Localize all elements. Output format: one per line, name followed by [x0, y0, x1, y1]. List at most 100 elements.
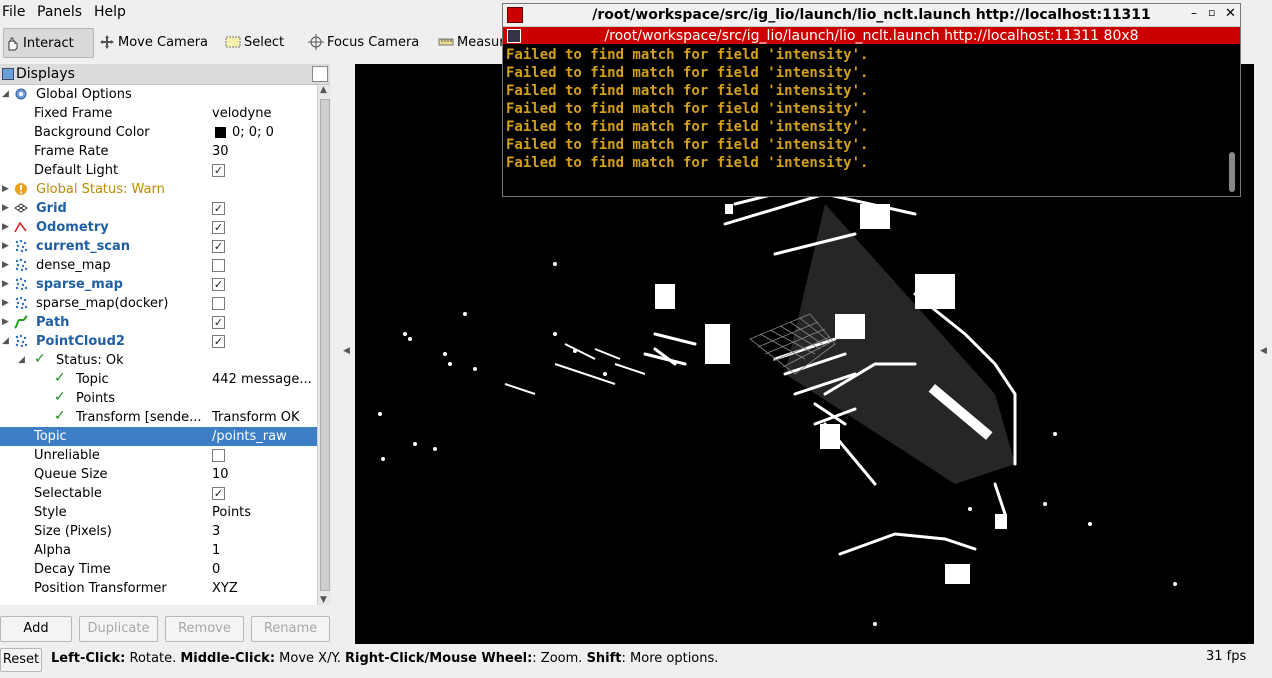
tree-row-size-pixels[interactable]: Size (Pixels) 3	[0, 522, 317, 541]
expand-arrow-icon[interactable]: ▶	[2, 279, 9, 289]
duplicate-button[interactable]: Duplicate	[79, 616, 158, 642]
collapse-arrow-icon[interactable]: ◢	[18, 355, 25, 365]
tree-label: Unreliable	[34, 448, 100, 463]
menu-file[interactable]: File	[2, 4, 25, 20]
tree-row-decay-time[interactable]: Decay Time 0	[0, 560, 317, 579]
tree-value[interactable]: velodyne	[212, 106, 316, 121]
tree-row-position-transformer[interactable]: Position Transformer XYZ	[0, 579, 317, 598]
tree-row-alpha[interactable]: Alpha 1	[0, 541, 317, 560]
tree-row-sparse-map[interactable]: ▶ sparse_map ✓	[0, 275, 317, 294]
expand-arrow-icon[interactable]: ▶	[2, 260, 9, 270]
tree-row-global-status[interactable]: ▶ Global Status: Warn	[0, 180, 317, 199]
terminal-scrollbar[interactable]	[1226, 44, 1238, 194]
tree-row-current-scan[interactable]: ▶ current_scan ✓	[0, 237, 317, 256]
pointcloud-icon	[15, 296, 28, 310]
tree-row-global-options[interactable]: ◢ Global Options	[0, 85, 317, 104]
tree-value[interactable]: 3	[212, 524, 316, 539]
tree-row-frame-rate[interactable]: Frame Rate 30	[0, 142, 317, 161]
tree-row-grid[interactable]: ▶ Grid ✓	[0, 199, 317, 218]
expand-arrow-icon[interactable]: ▶	[2, 184, 9, 194]
status-bar: Reset Left-Click: Rotate. Middle-Click: …	[0, 648, 1272, 678]
checkbox[interactable]: ✓	[212, 221, 225, 234]
tree-label: Default Light	[34, 163, 119, 178]
checkbox[interactable]: ✓	[212, 335, 225, 348]
select-tool-button[interactable]: Select	[225, 28, 284, 56]
scroll-up-icon[interactable]: ▲	[320, 85, 327, 95]
tree-row-status-topic[interactable]: ✓ Topic 442 message...	[0, 370, 317, 389]
terminal-line: Failed to find match for field 'intensit…	[506, 137, 869, 153]
tree-label: Points	[76, 391, 116, 406]
tree-row-default-light[interactable]: Default Light ✓	[0, 161, 317, 180]
tree-row-selectable[interactable]: Selectable ✓	[0, 484, 317, 503]
check-icon: ✓	[54, 408, 66, 424]
displays-scrollbar[interactable]: ▲ ▼	[317, 85, 331, 605]
tree-row-topic-selected[interactable]: Topic /points_raw	[0, 427, 317, 446]
tree-row-style[interactable]: Style Points	[0, 503, 317, 522]
tree-row-fixed-frame[interactable]: Fixed Frame velodyne	[0, 104, 317, 123]
tree-value[interactable]: /points_raw	[212, 429, 316, 444]
tree-value[interactable]: 30	[212, 144, 316, 159]
maximize-icon[interactable]: ▫	[1208, 6, 1215, 19]
close-icon[interactable]: ✕	[1225, 6, 1236, 21]
checkbox[interactable]: ✓	[212, 164, 225, 177]
collapse-left-icon[interactable]: ◀	[343, 346, 350, 356]
tree-row-pointcloud2[interactable]: ◢ PointCloud2 ✓	[0, 332, 317, 351]
tree-value[interactable]: 0; 0; 0	[232, 125, 317, 140]
checkbox[interactable]: ✓	[212, 316, 225, 329]
checkbox[interactable]	[212, 297, 225, 310]
terminal-titlebar[interactable]: /root/workspace/src/ig_lio/launch/lio_nc…	[503, 4, 1240, 27]
add-button[interactable]: Add	[0, 616, 72, 642]
left-dock-handle[interactable]: ◀	[340, 64, 354, 644]
expand-arrow-icon[interactable]: ▶	[2, 222, 9, 232]
reset-button[interactable]: Reset	[0, 648, 42, 672]
minimize-icon[interactable]: –	[1191, 6, 1197, 20]
move-camera-label: Move Camera	[118, 34, 209, 50]
hint-text: : Zoom.	[532, 651, 587, 666]
scrollbar-thumb[interactable]	[320, 99, 330, 591]
tree-row-sparse-map-docker[interactable]: ▶ sparse_map(docker)	[0, 294, 317, 313]
expand-arrow-icon[interactable]: ▶	[2, 317, 9, 327]
menu-help[interactable]: Help	[94, 4, 126, 20]
tree-value[interactable]: XYZ	[212, 581, 316, 596]
tree-value[interactable]: Points	[212, 505, 316, 520]
menu-panels[interactable]: Panels	[37, 4, 82, 20]
displays-panel-title: Displays	[16, 66, 75, 82]
expand-arrow-icon[interactable]: ▶	[2, 298, 9, 308]
focus-camera-tool-button[interactable]: Focus Camera	[308, 28, 419, 56]
expand-arrow-icon[interactable]: ▶	[2, 241, 9, 251]
collapse-arrow-icon[interactable]: ◢	[2, 89, 9, 99]
terminal-scrollbar-thumb[interactable]	[1229, 152, 1235, 192]
checkbox[interactable]: ✓	[212, 202, 225, 215]
tree-value[interactable]: 0	[212, 562, 316, 577]
collapse-right-icon[interactable]: ◀	[1260, 346, 1267, 356]
expand-arrow-icon[interactable]: ▶	[2, 203, 9, 213]
monitor-icon	[2, 68, 14, 80]
interact-tool-button[interactable]: Interact	[3, 28, 94, 58]
right-dock-handle[interactable]: ◀	[1255, 64, 1272, 644]
checkbox[interactable]: ✓	[212, 487, 225, 500]
scroll-down-icon[interactable]: ▼	[320, 595, 327, 605]
tree-row-status-transform[interactable]: ✓ Transform [sende... Transform OK	[0, 408, 317, 427]
tree-value[interactable]: 10	[212, 467, 316, 482]
terminal-window[interactable]: /root/workspace/src/ig_lio/launch/lio_nc…	[502, 3, 1241, 197]
tree-row-odometry[interactable]: ▶ Odometry ✓	[0, 218, 317, 237]
panel-float-button[interactable]	[312, 66, 328, 82]
tree-value[interactable]: 1	[212, 543, 316, 558]
tree-row-path[interactable]: ▶ Path ✓	[0, 313, 317, 332]
focus-camera-label: Focus Camera	[327, 34, 420, 50]
tree-row-dense-map[interactable]: ▶ dense_map	[0, 256, 317, 275]
tree-row-unreliable[interactable]: Unreliable	[0, 446, 317, 465]
collapse-arrow-icon[interactable]: ◢	[2, 336, 9, 346]
tree-row-status-points[interactable]: ✓ Points	[0, 389, 317, 408]
tree-row-status-ok[interactable]: ◢ ✓ Status: Ok	[0, 351, 317, 370]
color-swatch[interactable]	[215, 127, 226, 138]
checkbox[interactable]: ✓	[212, 278, 225, 291]
rename-button[interactable]: Rename	[251, 616, 330, 642]
tree-row-queue-size[interactable]: Queue Size 10	[0, 465, 317, 484]
move-camera-tool-button[interactable]: Move Camera	[99, 28, 208, 56]
checkbox[interactable]: ✓	[212, 240, 225, 253]
checkbox[interactable]	[212, 449, 225, 462]
tree-row-background-color[interactable]: Background Color 0; 0; 0	[0, 123, 317, 142]
remove-button[interactable]: Remove	[165, 616, 244, 642]
checkbox[interactable]	[212, 259, 225, 272]
